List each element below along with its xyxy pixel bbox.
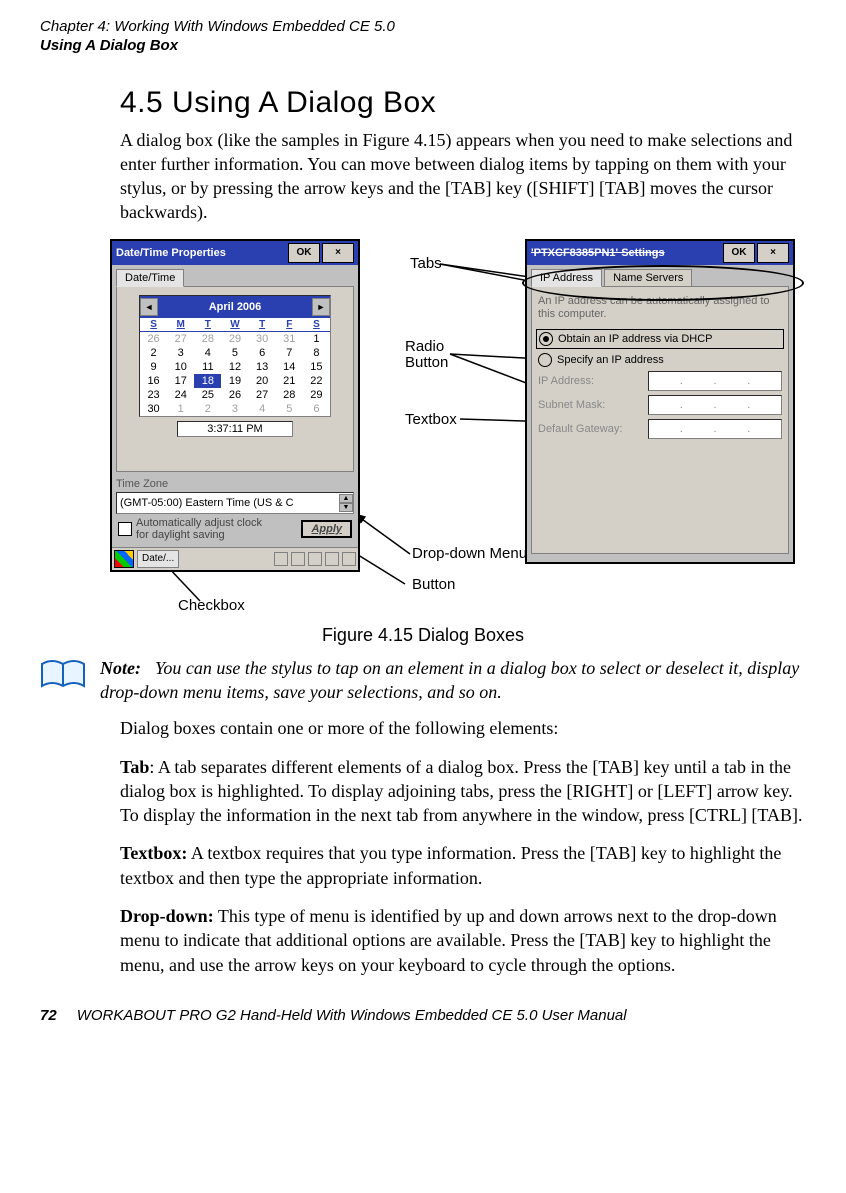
page-number: 72: [40, 1007, 57, 1024]
callout-ellipse: [522, 265, 804, 301]
tray-icon[interactable]: [274, 552, 288, 566]
tray-icon[interactable]: [308, 552, 322, 566]
input-default-gateway[interactable]: ...: [648, 419, 782, 439]
note-text: You can use the stylus to tap on an elem…: [100, 658, 799, 702]
figure-4-15: Tabs RadioButton Textbox Drop-down Menu …: [0, 239, 806, 619]
radio-dot-icon: [538, 353, 552, 367]
title-ip: 'PTXCF8385PN1' Settings: [531, 247, 665, 259]
input-subnet-mask[interactable]: ...: [648, 395, 782, 415]
timezone-value: (GMT-05:00) Eastern Time (US & C: [120, 497, 294, 509]
para-dropdown: Drop-down: This type of menu is identifi…: [120, 904, 806, 977]
calendar[interactable]: SMTWTFS 26272829303112345678910111213141…: [140, 318, 330, 416]
radio-dhcp[interactable]: Obtain an IP address via DHCP: [536, 329, 784, 349]
label-subnet-mask: Subnet Mask:: [538, 399, 648, 411]
annot-checkbox: Checkbox: [178, 597, 245, 614]
para-intro2: Dialog boxes contain one or more of the …: [120, 716, 806, 740]
tray-icon[interactable]: [342, 552, 356, 566]
note-block: Note:You can use the stylus to tap on an…: [40, 656, 806, 705]
titlebar-ip: 'PTXCF8385PN1' Settings OK ×: [527, 241, 793, 265]
annot-button: Button: [412, 576, 455, 593]
tray-icon[interactable]: [291, 552, 305, 566]
section-title: 4.5 Using A Dialog Box: [120, 86, 806, 120]
cal-next-month[interactable]: ►: [312, 298, 330, 316]
timezone-dropdown[interactable]: (GMT-05:00) Eastern Time (US & C ▲▼: [116, 492, 354, 514]
radio-dot-icon: [539, 332, 553, 346]
taskbar-task[interactable]: Date/...: [137, 550, 179, 568]
cal-prev-month[interactable]: ◄: [140, 298, 158, 316]
running-header: Chapter 4: Working With Windows Embedded…: [40, 18, 806, 56]
annot-textbox: Textbox: [405, 411, 457, 428]
cal-month: April 2006: [209, 301, 262, 313]
dropdown-arrows-icon: ▲▼: [339, 494, 353, 512]
taskbar: Date/...: [112, 547, 358, 570]
section-line: Using A Dialog Box: [40, 37, 806, 56]
intro-paragraph: A dialog box (like the samples in Figure…: [120, 128, 806, 225]
ok-button[interactable]: OK: [288, 243, 320, 263]
annot-tabs: Tabs: [410, 255, 442, 272]
book-icon: [40, 658, 86, 692]
time-field[interactable]: 3:37:11 PM: [177, 421, 293, 437]
label-ip-address: IP Address:: [538, 375, 648, 387]
title-datetime: Date/Time Properties: [116, 247, 226, 259]
system-tray: [274, 552, 356, 566]
titlebar-datetime: Date/Time Properties OK ×: [112, 241, 358, 265]
dst-checkbox[interactable]: [118, 522, 132, 536]
close-button[interactable]: ×: [322, 243, 354, 263]
page-footer: 72 WORKABOUT PRO G2 Hand-Held With Window…: [40, 1007, 806, 1024]
radio-specify[interactable]: Specify an IP address: [536, 351, 784, 369]
dialog-datetime: Date/Time Properties OK × Date/Time ◄ Ap…: [110, 239, 360, 572]
tab-datetime[interactable]: Date/Time: [116, 269, 184, 287]
annot-dropdown: Drop-down Menu: [412, 545, 527, 562]
label-default-gateway: Default Gateway:: [538, 423, 648, 435]
ok-button[interactable]: OK: [723, 243, 755, 263]
input-ip-address[interactable]: ...: [648, 371, 782, 391]
timezone-label: Time Zone: [112, 476, 358, 492]
para-tab: Tab: A tab separates different elements …: [120, 755, 806, 828]
dst-label: Automatically adjust clock for daylight …: [136, 517, 266, 541]
apply-button[interactable]: Apply: [301, 520, 352, 538]
figure-caption: Figure 4.15 Dialog Boxes: [40, 625, 806, 646]
note-label: Note:: [100, 658, 141, 678]
book-title: WORKABOUT PRO G2 Hand-Held With Windows …: [77, 1007, 627, 1024]
close-button[interactable]: ×: [757, 243, 789, 263]
para-textbox: Textbox: A textbox requires that you typ…: [120, 841, 806, 890]
chapter-line: Chapter 4: Working With Windows Embedded…: [40, 18, 806, 37]
annot-radio: RadioButton: [405, 339, 448, 372]
start-button[interactable]: [114, 550, 134, 568]
tray-icon[interactable]: [325, 552, 339, 566]
